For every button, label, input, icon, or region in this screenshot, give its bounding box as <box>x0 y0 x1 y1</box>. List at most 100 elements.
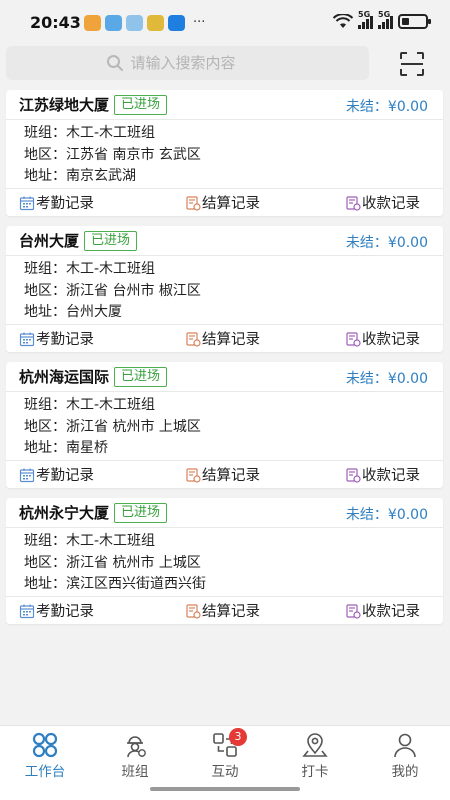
project-card[interactable]: 江苏绿地大厦 已进场 未结：¥0.00 班组：木工-木工班组 地区：江苏省 南京… <box>6 90 443 216</box>
attendance-record-button[interactable]: 考勤记录 <box>19 600 94 621</box>
address-row: 地址：台州大厦 <box>24 304 122 320</box>
settlement-icon <box>186 195 201 211</box>
action-label: 结算记录 <box>202 604 260 620</box>
payment-icon <box>346 195 361 211</box>
card-header: 台州大厦 已进场 未结：¥0.00 <box>6 226 443 256</box>
game-app-icon <box>147 15 164 31</box>
wifi-icon <box>333 14 353 28</box>
status-badge: 已进场 <box>114 502 168 523</box>
signal-icon-2: 5G <box>378 10 393 29</box>
action-label: 考勤记录 <box>36 468 94 484</box>
unsettled-amount: 未结：¥0.00 <box>345 507 428 523</box>
status-badge: 已进场 <box>114 94 168 115</box>
battery-level <box>402 18 409 25</box>
tab-label: 班组 <box>121 764 149 780</box>
payment-record-button[interactable]: 收款记录 <box>345 328 420 349</box>
card-actions: 考勤记录 结算记录 收款记录 <box>6 461 443 487</box>
settlement-icon <box>186 467 201 483</box>
calendar-icon <box>19 196 35 210</box>
card-header: 杭州海运国际 已进场 未结：¥0.00 <box>6 362 443 392</box>
tab-label: 工作台 <box>24 764 66 780</box>
action-label: 收款记录 <box>362 196 420 212</box>
address-row: 地址：滨江区西兴街道西兴街 <box>24 576 206 592</box>
region-row: 地区：浙江省 台州市 椒江区 <box>24 282 201 299</box>
team-row: 班组：木工-木工班组 <box>24 125 156 141</box>
tab-label: 互动 <box>211 764 239 780</box>
notification-badge: 3 <box>229 728 247 746</box>
tab-mine[interactable]: 我的 <box>370 731 440 780</box>
team-icon <box>127 736 146 758</box>
status-badge: 已进场 <box>84 230 138 251</box>
action-label: 收款记录 <box>362 468 420 484</box>
region-row: 地区：浙江省 杭州市 上城区 <box>24 418 201 435</box>
settlement-icon <box>186 603 201 619</box>
attendance-record-button[interactable]: 考勤记录 <box>19 464 94 485</box>
tab-checkin[interactable]: 打卡 <box>280 731 350 780</box>
card-actions: 考勤记录 结算记录 收款记录 <box>6 189 443 215</box>
action-label: 收款记录 <box>362 604 420 620</box>
project-name: 台州大厦 <box>19 232 80 250</box>
tab-interact[interactable]: 3 互动 <box>190 728 260 780</box>
user-icon <box>394 733 416 758</box>
battery-icon <box>398 14 431 29</box>
payment-icon <box>346 603 361 619</box>
action-label: 考勤记录 <box>36 604 94 620</box>
project-list: 江苏绿地大厦 已进场 未结：¥0.00 班组：木工-木工班组 地区：江苏省 南京… <box>6 90 443 634</box>
tab-team[interactable]: 班组 <box>100 731 170 780</box>
location-icon <box>302 733 328 757</box>
settlement-record-button[interactable]: 结算记录 <box>185 600 260 621</box>
project-card[interactable]: 台州大厦 已进场 未结：¥0.00 班组：木工-木工班组 地区：浙江省 台州市 … <box>6 226 443 352</box>
project-name: 杭州海运国际 <box>19 368 110 386</box>
calendar-icon <box>19 332 35 346</box>
card-body: 班组：木工-木工班组 地区：浙江省 杭州市 上城区 地址：滨江区西兴街道西兴街 <box>6 528 443 597</box>
attendance-record-button[interactable]: 考勤记录 <box>19 192 94 213</box>
search-icon <box>106 55 123 71</box>
action-label: 结算记录 <box>202 332 260 348</box>
payment-record-button[interactable]: 收款记录 <box>345 600 420 621</box>
project-card[interactable]: 杭州海运国际 已进场 未结：¥0.00 班组：木工-木工班组 地区：浙江省 杭州… <box>6 362 443 488</box>
address-row: 地址：南京玄武湖 <box>24 168 136 184</box>
grid-icon <box>32 732 58 758</box>
project-name: 江苏绿地大厦 <box>19 96 110 114</box>
tab-workbench[interactable]: 工作台 <box>10 731 80 780</box>
attendance-record-button[interactable]: 考勤记录 <box>19 328 94 349</box>
scan-icon[interactable] <box>398 50 426 78</box>
card-actions: 考勤记录 结算记录 收款记录 <box>6 325 443 351</box>
search-input[interactable] <box>130 54 271 72</box>
home-indicator <box>150 787 300 791</box>
notification-icons: ··· <box>84 15 205 31</box>
weather-app-icon <box>126 15 143 31</box>
card-body: 班组：木工-木工班组 地区：浙江省 杭州市 上城区 地址：南星桥 <box>6 392 443 461</box>
status-badge: 已进场 <box>114 366 168 387</box>
unsettled-amount: 未结：¥0.00 <box>345 235 428 251</box>
signal-icon-1: 5G <box>358 10 373 29</box>
card-body: 班组：木工-木工班组 地区：浙江省 台州市 椒江区 地址：台州大厦 <box>6 256 443 325</box>
unsettled-amount: 未结：¥0.00 <box>345 371 428 387</box>
search-row <box>0 44 450 84</box>
card-header: 江苏绿地大厦 已进场 未结：¥0.00 <box>6 90 443 120</box>
settlement-record-button[interactable]: 结算记录 <box>185 328 260 349</box>
payment-record-button[interactable]: 收款记录 <box>345 464 420 485</box>
card-header: 杭州永宁大厦 已进场 未结：¥0.00 <box>6 498 443 528</box>
calendar-icon <box>19 468 35 482</box>
payment-icon <box>346 331 361 347</box>
action-label: 收款记录 <box>362 332 420 348</box>
card-body: 班组：木工-木工班组 地区：江苏省 南京市 玄武区 地址：南京玄武湖 <box>6 120 443 189</box>
team-row: 班组：木工-木工班组 <box>24 397 156 413</box>
payment-icon <box>346 467 361 483</box>
unsettled-amount: 未结：¥0.00 <box>345 99 428 115</box>
action-label: 考勤记录 <box>36 196 94 212</box>
address-row: 地址：南星桥 <box>24 440 108 456</box>
card-actions: 考勤记录 结算记录 收款记录 <box>6 597 443 623</box>
settlement-record-button[interactable]: 结算记录 <box>185 464 260 485</box>
tab-label: 打卡 <box>301 764 329 780</box>
settlement-record-button[interactable]: 结算记录 <box>185 192 260 213</box>
more-notifications-icon: ··· <box>193 15 206 30</box>
action-label: 结算记录 <box>202 196 260 212</box>
region-row: 地区：浙江省 杭州市 上城区 <box>24 554 201 571</box>
action-label: 考勤记录 <box>36 332 94 348</box>
region-row: 地区：江苏省 南京市 玄武区 <box>24 146 201 163</box>
payment-record-button[interactable]: 收款记录 <box>345 192 420 213</box>
search-box[interactable] <box>6 46 369 80</box>
project-card[interactable]: 杭州永宁大厦 已进场 未结：¥0.00 班组：木工-木工班组 地区：浙江省 杭州… <box>6 498 443 624</box>
